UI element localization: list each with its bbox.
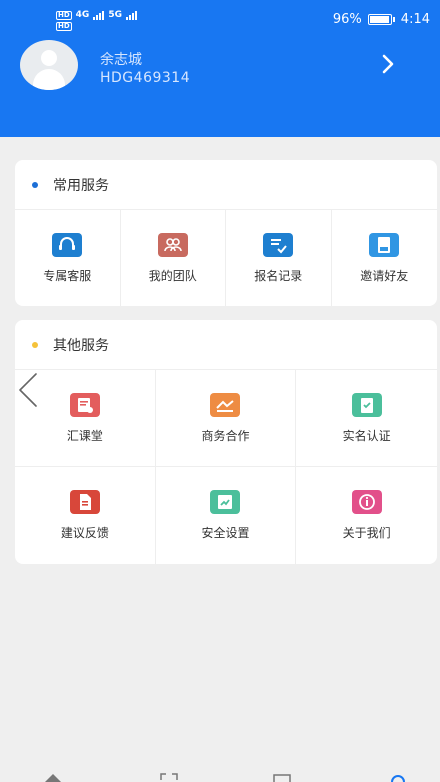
user-id: HDG469314: [100, 70, 191, 86]
cooperation-icon: [210, 392, 241, 417]
other-services-item[interactable]: 安全设置: [156, 467, 297, 564]
bottom-nav: [0, 768, 440, 782]
common-services-title: 常用服务: [53, 177, 109, 194]
other-services-item[interactable]: 关于我们: [296, 467, 437, 564]
other-services-item-label: 建议反馈: [60, 526, 109, 540]
scan-icon[interactable]: [160, 772, 178, 782]
invite-icon: [369, 232, 400, 257]
clock: 4:14: [400, 12, 430, 27]
signal-indicators: HD 4G 5G HD: [56, 10, 137, 31]
record-icon: [263, 232, 294, 257]
common-services-item-label: 邀请好友: [360, 268, 409, 283]
battery-icon: [367, 14, 395, 25]
hd-badge: HD: [56, 10, 72, 20]
message-icon[interactable]: [273, 772, 291, 782]
other-services-item[interactable]: 商务合作: [155, 370, 297, 467]
user-avatar-icon[interactable]: [20, 40, 78, 90]
verify-icon: [351, 392, 382, 417]
common-services-item-label: 我的团队: [148, 268, 197, 283]
signal-icon: [125, 10, 137, 20]
chevron-right-icon[interactable]: [376, 52, 400, 76]
other-services-item-label: 实名认证: [342, 428, 391, 443]
section-dot-icon: [32, 341, 38, 348]
profile-nav-icon[interactable]: [380, 772, 420, 782]
common-services-grid: 专属客服 我的团队 报名记录 邀请好友: [15, 210, 437, 306]
back-chevron-icon[interactable]: [14, 370, 44, 410]
common-services-header: 常用服务: [15, 160, 437, 210]
profile-header: HD 4G 5G HD 96% 4:14 余志城 HDG469314: [0, 0, 440, 137]
other-services-header: 其他服务: [15, 320, 437, 370]
other-services-card: 其他服务 汇课堂 商务合作 实名认证建议反馈 安全设置 关于我们: [15, 320, 437, 564]
user-name: 余志城: [100, 52, 142, 68]
common-services-card: 常用服务 专属客服 我的团队 报名记录 邀请好友: [15, 160, 437, 306]
other-services-grid: 汇课堂 商务合作 实名认证建议反馈 安全设置 关于我们: [15, 370, 437, 564]
status-right: 96% 4:14: [333, 12, 430, 27]
other-services-item[interactable]: 建议反馈: [15, 467, 156, 564]
common-services-item-label: 报名记录: [254, 268, 303, 283]
other-services-title: 其他服务: [53, 337, 109, 354]
other-services-item-label: 关于我们: [342, 526, 391, 540]
team-icon: [157, 232, 188, 257]
signal-icon: [93, 10, 105, 20]
common-services-item[interactable]: 邀请好友: [332, 210, 438, 306]
network-type-2: 5G: [108, 9, 122, 20]
feedback-icon: [69, 490, 100, 514]
status-bar: HD 4G 5G HD 96% 4:14: [0, 8, 440, 34]
section-dot-icon: [32, 181, 38, 188]
common-services-item[interactable]: 专属客服: [15, 210, 121, 306]
battery-percent: 96%: [332, 12, 362, 27]
other-services-item[interactable]: 实名认证: [296, 370, 437, 467]
other-services-item-label: 商务合作: [201, 428, 250, 443]
security-icon: [210, 490, 241, 514]
classroom-icon: [69, 392, 100, 417]
headset-icon: [52, 232, 83, 257]
hd-badge: HD: [56, 22, 72, 31]
other-services-item-label: 汇课堂: [66, 428, 103, 443]
common-services-item-label: 专属客服: [43, 268, 92, 283]
network-type-1: 4G: [75, 9, 90, 20]
home-icon[interactable]: [44, 772, 62, 782]
common-services-item[interactable]: 我的团队: [121, 210, 226, 306]
common-services-item[interactable]: 报名记录: [226, 210, 332, 306]
other-services-item-label: 安全设置: [201, 526, 250, 540]
info-icon: [351, 490, 382, 514]
